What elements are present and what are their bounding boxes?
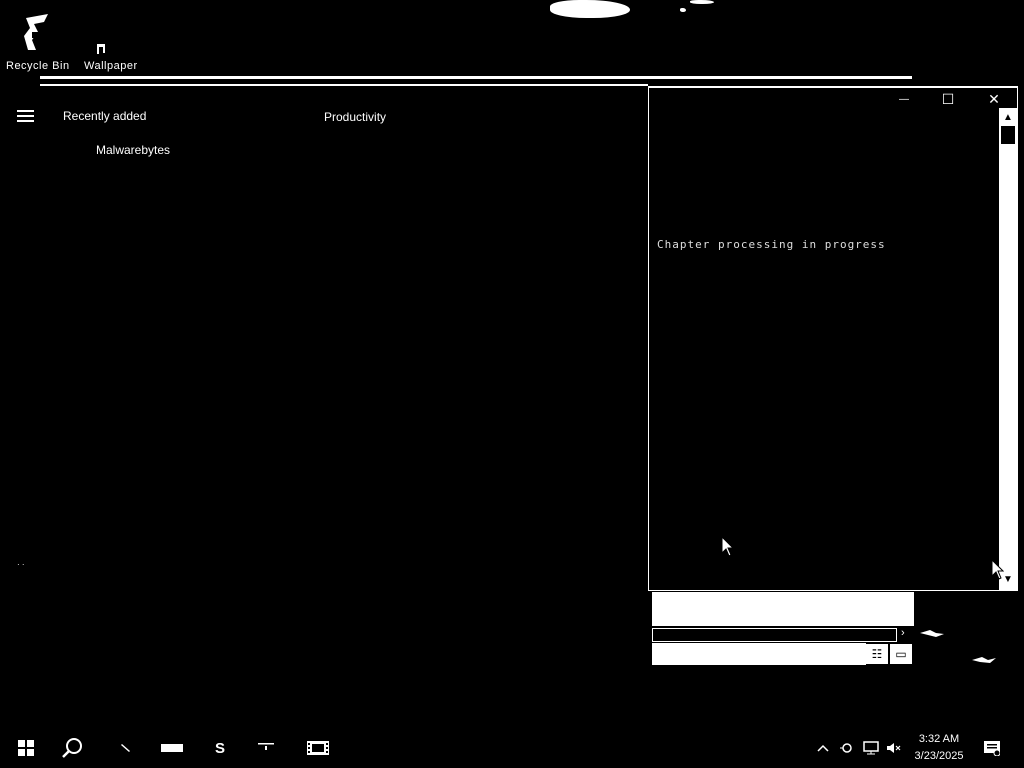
app-window: — ☐ ✕ Chapter processing in progress ▲ ▼ bbox=[648, 86, 1018, 591]
start-menu bbox=[0, 88, 648, 728]
pen-icon[interactable] bbox=[104, 728, 148, 768]
tool-icon[interactable] bbox=[244, 728, 288, 768]
s-app-letter: S bbox=[214, 739, 225, 757]
chevron-right-icon[interactable]: › bbox=[901, 627, 905, 639]
start-menu-footer-dots: · · bbox=[17, 560, 25, 569]
status-text: Chapter processing in progress bbox=[657, 238, 886, 251]
panel-input-field[interactable] bbox=[652, 643, 866, 665]
scroll-up-arrow-icon[interactable]: ▲ bbox=[1002, 112, 1014, 124]
wallpaper-shape bbox=[920, 630, 944, 637]
window-titlebar[interactable]: — ☐ ✕ bbox=[649, 86, 1017, 110]
wallpaper-label[interactable]: Wallpaper bbox=[84, 60, 138, 72]
network-icon[interactable] bbox=[860, 728, 882, 768]
search-icon[interactable] bbox=[50, 728, 94, 768]
film-icon[interactable] bbox=[296, 728, 340, 768]
scroll-track[interactable] bbox=[1000, 108, 1016, 590]
s-app-icon[interactable]: S bbox=[198, 728, 242, 768]
start-menu-border bbox=[40, 84, 648, 86]
wallpaper-shape bbox=[680, 8, 686, 12]
start-menu-border bbox=[40, 76, 912, 79]
volume-muted-icon[interactable] bbox=[884, 728, 904, 768]
minimize-icon: — bbox=[899, 93, 909, 105]
music-note-icon[interactable] bbox=[94, 42, 106, 54]
windows-start-icon[interactable] bbox=[4, 728, 48, 768]
action-center-icon[interactable] bbox=[980, 728, 1004, 768]
vertical-scrollbar[interactable]: ▲ ▼ bbox=[999, 108, 1017, 590]
mouse-cursor-icon bbox=[992, 560, 1004, 580]
chevron-up-icon[interactable] bbox=[814, 728, 832, 768]
clock-date[interactable]: 3/23/2025 bbox=[910, 750, 968, 762]
webcam-icon[interactable] bbox=[838, 728, 856, 768]
maximize-icon: ☐ bbox=[941, 90, 955, 107]
wallpaper-shape bbox=[550, 0, 630, 18]
recycle-bin-icon[interactable] bbox=[22, 10, 52, 52]
clock-time[interactable]: 3:32 AM bbox=[912, 733, 966, 745]
minimize-button[interactable]: — bbox=[881, 88, 927, 110]
wallpaper-shape bbox=[690, 0, 714, 4]
hamburger-menu-icon[interactable] bbox=[17, 110, 34, 122]
notification-panel[interactable] bbox=[652, 592, 914, 626]
mouse-cursor-icon bbox=[722, 537, 734, 557]
wallpaper-shape bbox=[972, 657, 996, 663]
scroll-thumb[interactable] bbox=[1001, 126, 1015, 144]
tile-group-heading[interactable]: Productivity bbox=[324, 110, 386, 124]
maximize-button[interactable]: ☐ bbox=[925, 88, 971, 110]
close-icon: ✕ bbox=[988, 90, 1000, 107]
recently-added-heading: Recently added bbox=[63, 109, 147, 123]
window-view-icon[interactable]: ▭ bbox=[890, 644, 912, 664]
taskbar: S 3:32 AM 3/23/2025 bbox=[0, 728, 1024, 768]
close-button[interactable]: ✕ bbox=[971, 88, 1017, 110]
progress-bar bbox=[652, 628, 897, 642]
recycle-bin-label[interactable]: Recycle Bin bbox=[6, 60, 70, 72]
app-list-item-malwarebytes[interactable]: Malwarebytes bbox=[96, 143, 170, 157]
list-view-icon[interactable]: ☷ bbox=[866, 644, 888, 664]
taskview-icon[interactable] bbox=[150, 728, 194, 768]
